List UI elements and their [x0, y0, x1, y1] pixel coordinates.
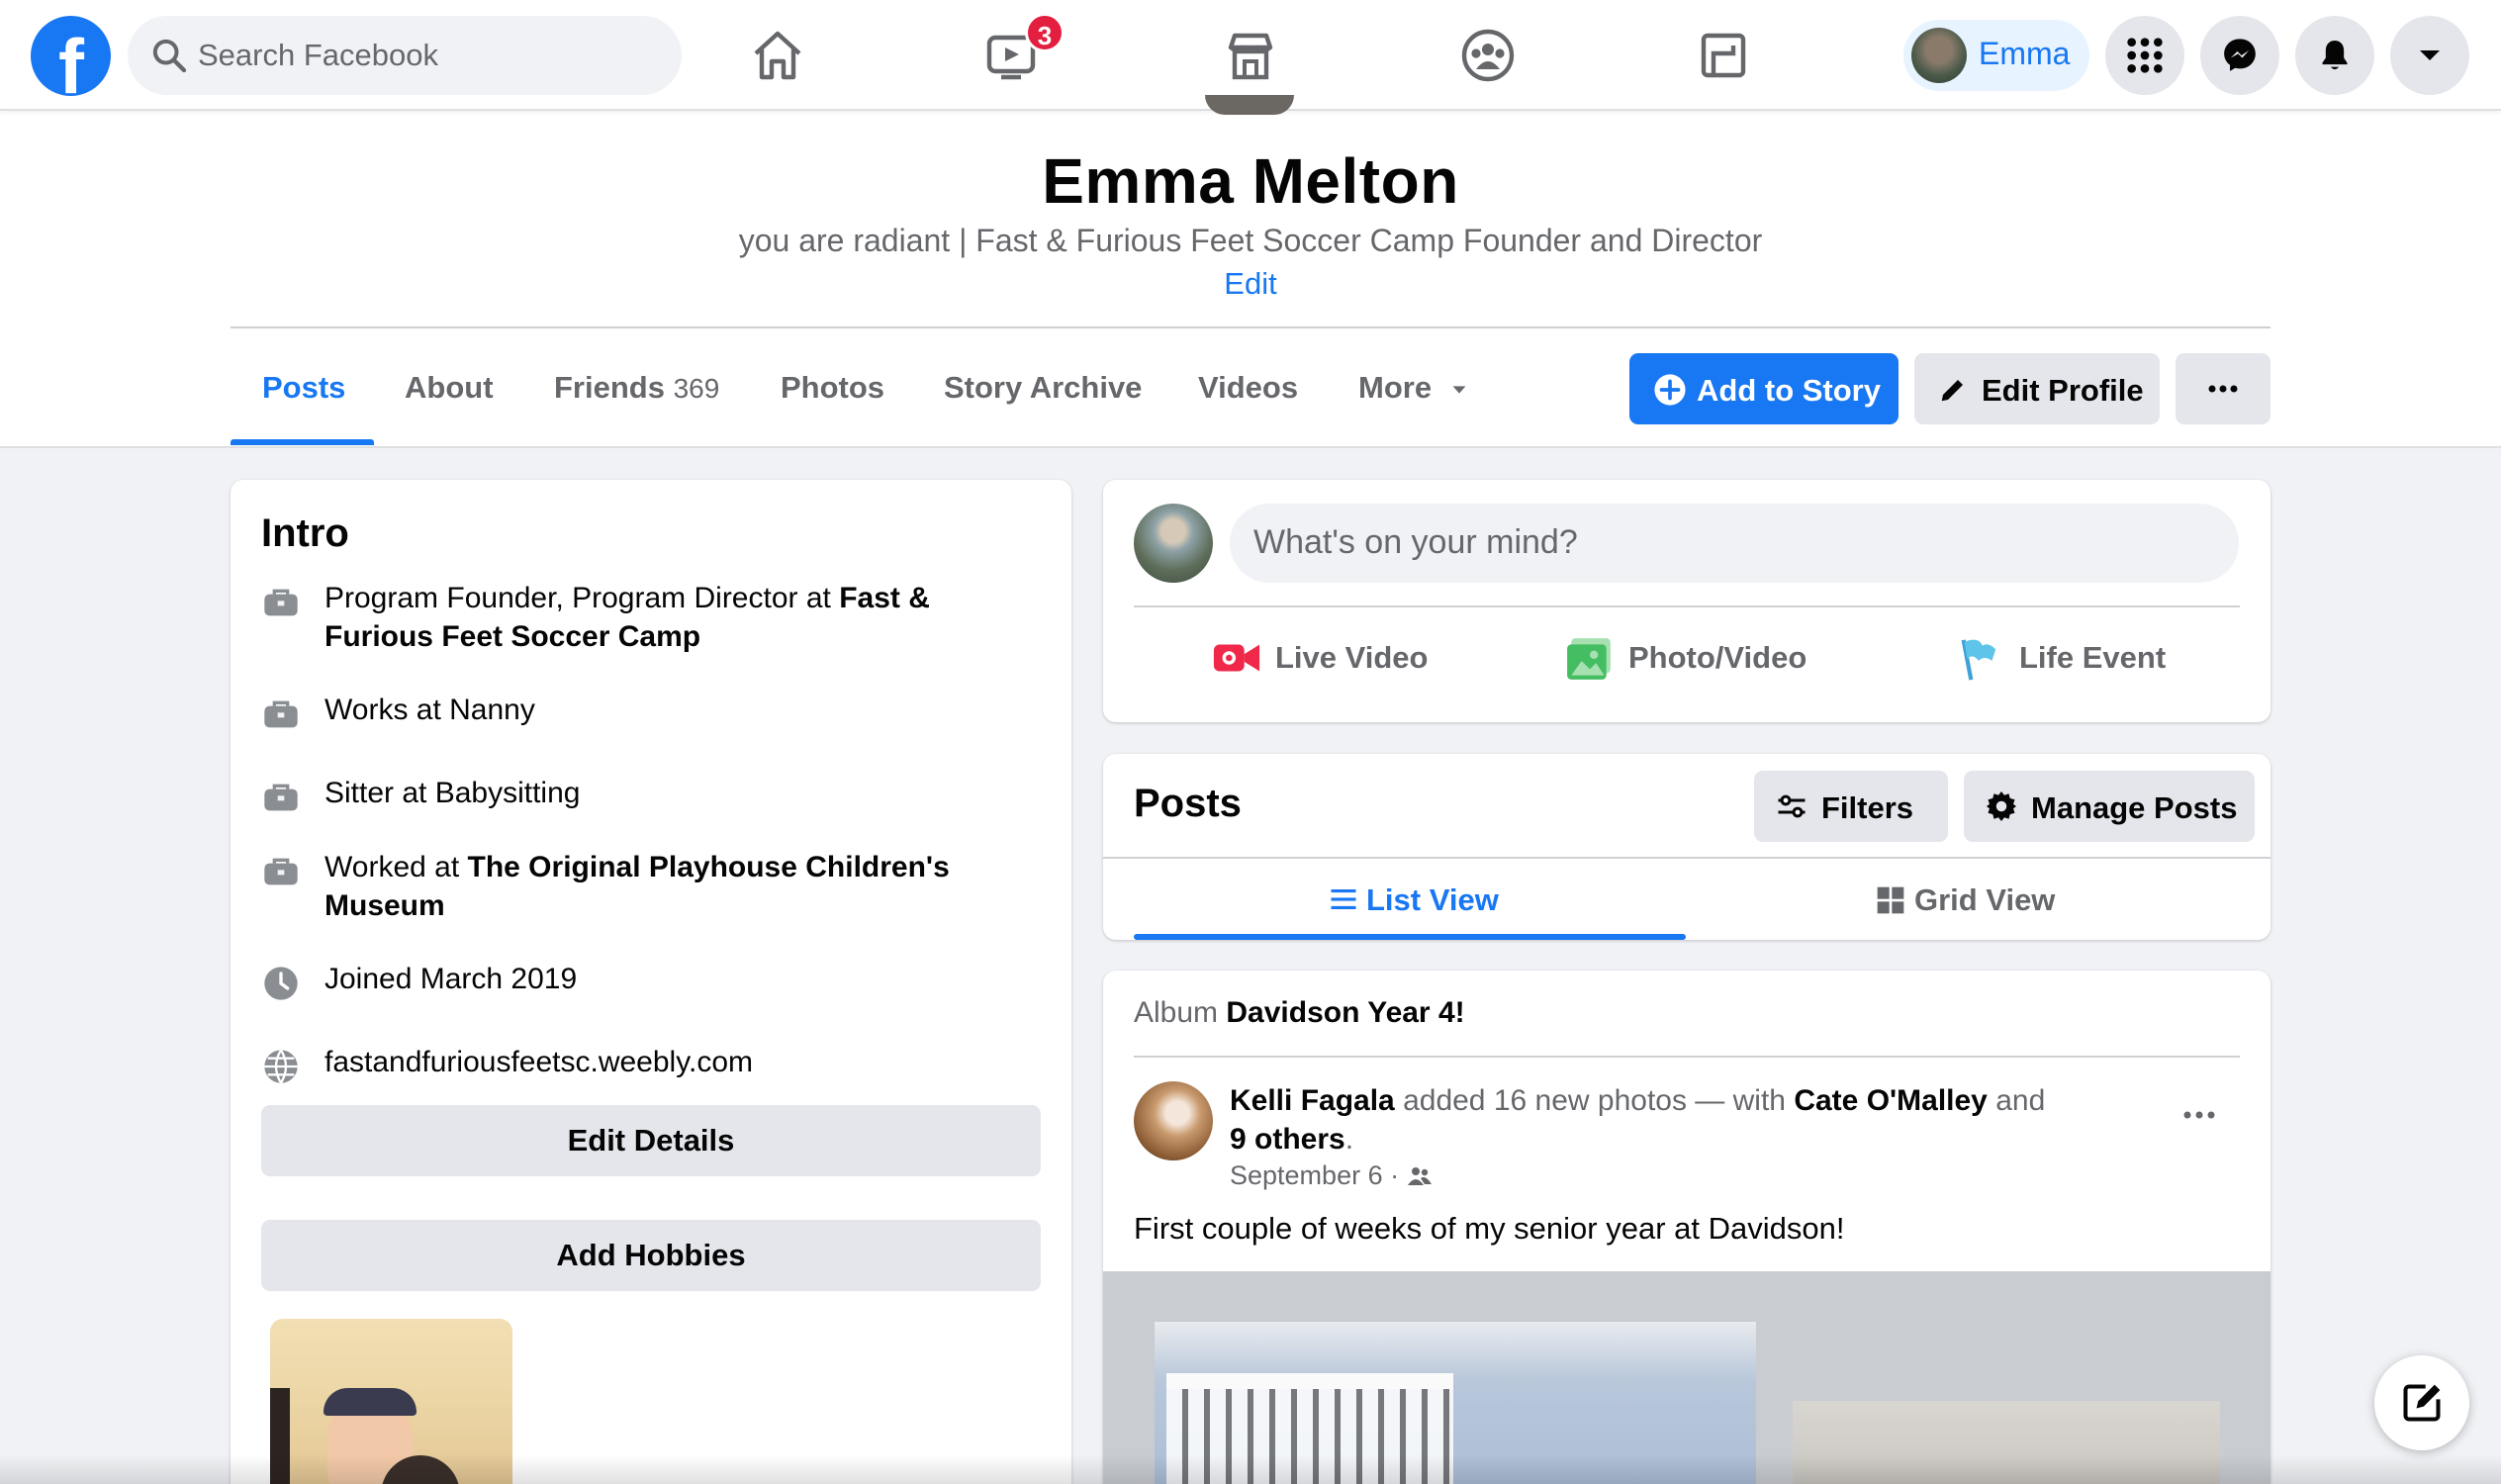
caret-down-icon — [1452, 386, 1466, 394]
posts-panel: Posts Filters Manage Posts List View Gri… — [1103, 754, 2270, 940]
gaming-icon[interactable] — [1692, 24, 1755, 87]
avatar[interactable] — [1134, 504, 1213, 583]
posts-title: Posts — [1134, 782, 1242, 825]
messenger-icon — [2224, 39, 2256, 71]
bell-icon — [2322, 41, 2348, 70]
profile-bio: you are radiant | Fast & Furious Feet So… — [738, 223, 1763, 258]
more-dots-icon — [2208, 385, 2238, 393]
marketplace-icon[interactable] — [1219, 24, 1282, 87]
tab-story-archive[interactable]: Story Archive — [944, 370, 1142, 406]
tab-videos[interactable]: Videos — [1198, 370, 1298, 406]
post-options-icon[interactable] — [2181, 1109, 2217, 1121]
search-placeholder: Search Facebook — [198, 38, 438, 72]
add-to-story-button[interactable]: Add to Story — [1629, 353, 1899, 424]
intro-work-item: Works at Nanny — [261, 691, 1033, 730]
friends-audience-icon — [1407, 1167, 1432, 1185]
globe-icon — [264, 1049, 298, 1085]
list-icon — [1331, 889, 1356, 909]
intro-work-item: Worked at The Original Playhouse Childre… — [261, 848, 1033, 927]
profile-header: Emma Melton you are radiant | Fast & Fur… — [0, 111, 2501, 448]
tagged-person[interactable]: Cate O'Malley — [1794, 1084, 1988, 1117]
filters-button[interactable]: Filters — [1754, 771, 1948, 842]
avatar — [1911, 28, 1967, 83]
friends-count: 369 — [673, 373, 720, 404]
menu-button[interactable] — [2105, 16, 2184, 95]
edit-bio-link[interactable]: Edit — [0, 266, 2501, 302]
search-icon — [152, 39, 187, 73]
intro-work-item: Sitter at Babysitting — [261, 774, 1033, 813]
active-view-indicator — [1134, 934, 1686, 940]
tab-posts[interactable]: Posts — [262, 370, 345, 406]
clock-icon — [264, 967, 298, 1000]
profile-name: Emma Melton — [1042, 145, 1459, 217]
pencil-icon — [1941, 380, 1963, 402]
edit-details-button[interactable]: Edit Details — [261, 1105, 1041, 1176]
profile-shortcut[interactable]: Emma — [1903, 20, 2089, 91]
intro-work-item: Program Founder, Program Director at Fas… — [261, 579, 1033, 658]
briefcase-icon — [264, 589, 298, 616]
watch-notification-badge: 3 — [1025, 13, 1065, 52]
add-hobbies-button[interactable]: Add Hobbies — [261, 1220, 1041, 1291]
tab-photos[interactable]: Photos — [781, 370, 884, 406]
search-box[interactable]: Search Facebook — [128, 16, 682, 95]
intro-card: Intro Program Founder, Program Director … — [231, 480, 1071, 1484]
post-header: Kelli Fagala added 16 new photos — with … — [1230, 1084, 2046, 1156]
album-name[interactable]: Davidson Year 4! — [1226, 996, 1464, 1029]
active-tab-indicator — [231, 439, 374, 445]
caret-down-icon — [2420, 50, 2440, 60]
briefcase-icon — [264, 858, 298, 885]
grid-menu-icon — [2127, 38, 2163, 73]
plus-circle-icon — [1654, 374, 1686, 406]
notifications-button[interactable] — [2295, 16, 2374, 95]
post-text: First couple of weeks of my senior year … — [1134, 1211, 1845, 1246]
intro-website-item[interactable]: fastandfuriousfeetsc.weebly.com — [261, 1043, 1033, 1085]
photo-icon — [1567, 638, 1611, 680]
more-options-button[interactable] — [2176, 353, 2270, 424]
post-meta: September 6 · — [1230, 1160, 1433, 1191]
intro-joined-item: Joined March 2019 — [261, 960, 1033, 1000]
album-line[interactable]: Album Davidson Year 4! — [1134, 996, 1465, 1030]
home-icon[interactable] — [746, 24, 809, 87]
divider — [1134, 1056, 2240, 1058]
new-message-button[interactable] — [2374, 1355, 2469, 1450]
divider — [1103, 857, 2270, 859]
video-camera-icon — [1213, 644, 1260, 672]
composer-card: What's on your mind? Live Video Photo/Vi… — [1103, 480, 2270, 722]
facebook-logo[interactable]: f — [31, 16, 111, 105]
tab-friends[interactable]: Friends 369 — [554, 370, 719, 406]
manage-posts-button[interactable]: Manage Posts — [1964, 771, 2255, 842]
edit-profile-button[interactable]: Edit Profile — [1914, 353, 2160, 424]
intro-title: Intro — [261, 511, 349, 555]
groups-icon[interactable] — [1456, 24, 1520, 87]
feed-post: Album Davidson Year 4! Kelli Fagala adde… — [1103, 971, 2270, 1484]
post-photo-collage[interactable] — [1103, 1271, 2270, 1484]
divider — [1134, 605, 2240, 607]
compose-icon — [2403, 1384, 2441, 1422]
divider — [231, 326, 2270, 328]
filters-icon — [1778, 794, 1806, 818]
profile-picture-edge[interactable] — [1205, 95, 1294, 115]
tagged-others[interactable]: 9 others — [1230, 1123, 1345, 1156]
account-button[interactable] — [2390, 16, 2469, 95]
post-date[interactable]: September 6 · — [1230, 1160, 1407, 1190]
tab-about[interactable]: About — [405, 370, 494, 406]
website-link[interactable]: fastandfuriousfeetsc.weebly.com — [324, 1043, 1017, 1081]
messenger-button[interactable] — [2200, 16, 2279, 95]
gear-icon — [1987, 791, 2016, 821]
flag-icon — [1961, 639, 1996, 681]
briefcase-icon — [264, 700, 298, 728]
avatar[interactable] — [1134, 1081, 1213, 1160]
tab-more[interactable]: More — [1358, 370, 1470, 406]
briefcase-icon — [264, 784, 298, 811]
whats-on-your-mind-input[interactable]: What's on your mind? — [1230, 504, 2239, 583]
grid-icon — [1877, 886, 1904, 914]
bottom-shadow — [0, 1454, 2501, 1484]
profile-shortcut-name: Emma — [1979, 36, 2071, 71]
post-author[interactable]: Kelli Fagala — [1230, 1084, 1395, 1117]
